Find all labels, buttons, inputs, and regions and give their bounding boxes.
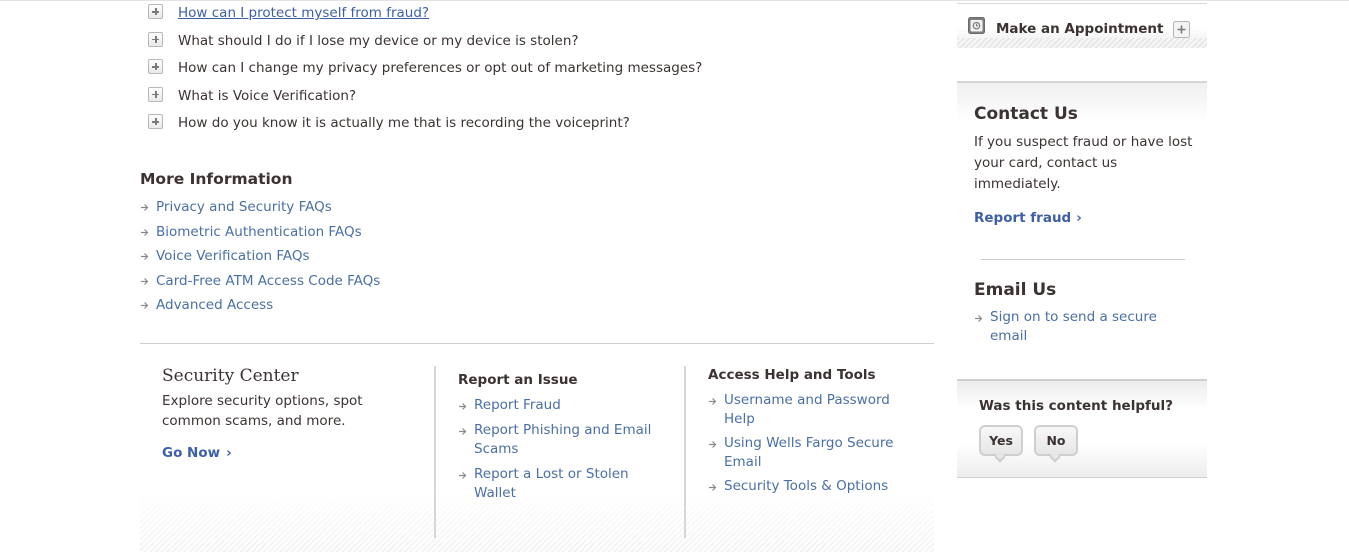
arrow-right-icon (141, 228, 149, 236)
yes-button[interactable]: Yes (979, 425, 1023, 456)
no-button[interactable]: No (1034, 425, 1078, 456)
security-center-description: Explore security options, spot common sc… (162, 393, 363, 429)
arrow-right-icon (709, 398, 717, 405)
report-issue-heading: Report an Issue (458, 372, 578, 388)
access-help-link-label[interactable]: Username and Password Help (724, 391, 918, 429)
secure-email-link[interactable]: Sign on to send a secure email (974, 308, 1184, 346)
email-us-heading: Email Us (974, 280, 1057, 300)
column-divider (434, 366, 436, 538)
access-help-link[interactable]: Security Tools & Options (708, 477, 918, 496)
access-help-link[interactable]: Using Wells Fargo Secure Email (708, 434, 918, 472)
expand-plus-icon[interactable] (148, 86, 163, 102)
security-center-title: Security Center (162, 366, 299, 386)
report-fraud-label[interactable]: Report fraud (974, 210, 1071, 226)
make-appointment-label[interactable]: Make an Appointment (996, 21, 1163, 37)
contact-us-heading: Contact Us (974, 104, 1078, 124)
expand-plus-icon[interactable] (148, 31, 163, 47)
arrow-right-icon (459, 472, 467, 479)
more-information-heading: More Information (140, 170, 293, 188)
appointment-stripes (957, 38, 1207, 48)
arrow-right-icon (141, 253, 149, 260)
faq-question[interactable]: How do you know it is actually me that i… (178, 113, 630, 133)
faq-question[interactable]: How can I protect myself from fraud? (178, 3, 429, 23)
expand-plus-icon[interactable] (148, 59, 163, 74)
more-info-link-label[interactable]: Voice Verification FAQs (156, 247, 310, 265)
arrow-right-icon (709, 441, 717, 448)
sidebar-top-border (957, 3, 1207, 4)
column-divider (684, 366, 686, 538)
go-now-label[interactable]: Go Now (162, 445, 220, 461)
report-issue-link[interactable]: Report Fraud (458, 396, 668, 415)
chevron-right-icon: › (226, 445, 232, 461)
report-issue-link-label[interactable]: Report Fraud (474, 396, 668, 415)
expand-plus-icon[interactable] (1173, 21, 1190, 38)
report-issue-links: Report Fraud Report Phishing and Email S… (458, 396, 668, 503)
contact-us-description: If you suspect fraud or have lost your c… (974, 134, 1193, 192)
access-help-link-label[interactable]: Using Wells Fargo Secure Email (724, 434, 918, 472)
sidebar-divider (981, 259, 1185, 260)
chevron-right-icon: › (1076, 210, 1082, 226)
faq-question[interactable]: What is Voice Verification? (178, 86, 356, 106)
more-info-link-label[interactable]: Card-Free ATM Access Code FAQs (156, 272, 380, 290)
more-info-link-label[interactable]: Biometric Authentication FAQs (156, 223, 362, 241)
section-divider (140, 343, 934, 344)
access-help-heading: Access Help and Tools (708, 367, 876, 383)
arrow-right-icon (141, 302, 149, 309)
access-help-links: Username and Password Help Using Wells F… (708, 391, 918, 496)
arrow-right-icon (141, 277, 149, 285)
arrow-right-icon (459, 428, 467, 435)
arrow-right-icon (975, 315, 983, 322)
faq-question[interactable]: What should I do if I lose my device or … (178, 31, 579, 51)
report-issue-link[interactable]: Report Phishing and Email Scams (458, 421, 668, 459)
report-issue-link-label[interactable]: Report a Lost or Stolen Wallet (474, 465, 668, 503)
report-issue-link[interactable]: Report a Lost or Stolen Wallet (458, 465, 668, 503)
expand-plus-icon[interactable] (148, 4, 163, 19)
report-fraud-link[interactable]: Report fraud › (974, 210, 1082, 226)
go-now-link[interactable]: Go Now › (162, 445, 232, 461)
arrow-right-icon (141, 204, 149, 211)
calendar-icon (968, 17, 985, 34)
top-border (0, 0, 1349, 1)
arrow-right-icon (459, 403, 467, 410)
expand-plus-icon[interactable] (148, 114, 163, 129)
arrow-right-icon (709, 484, 717, 491)
feedback-question: Was this content helpful? (979, 398, 1173, 414)
more-info-link-label[interactable]: Advanced Access (156, 296, 273, 314)
access-help-link[interactable]: Username and Password Help (708, 391, 918, 429)
report-issue-link-label[interactable]: Report Phishing and Email Scams (474, 421, 668, 459)
faq-question[interactable]: How can I change my privacy preferences … (178, 58, 702, 78)
access-help-link-label[interactable]: Security Tools & Options (724, 477, 918, 496)
more-info-link-label[interactable]: Privacy and Security FAQs (156, 198, 332, 216)
secure-email-label[interactable]: Sign on to send a secure email (990, 308, 1184, 346)
